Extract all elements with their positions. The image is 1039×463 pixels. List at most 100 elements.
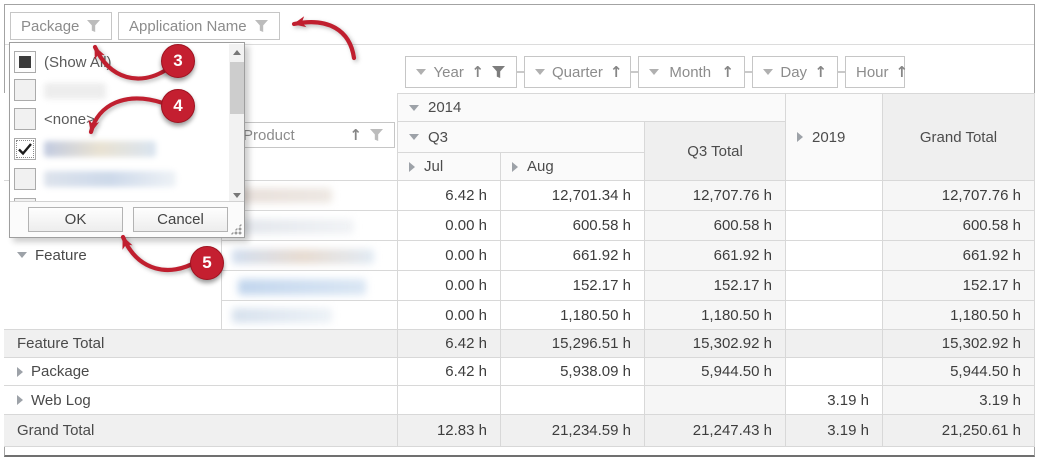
data-cell-total[interactable] [786,330,883,358]
data-cell[interactable]: 6.42 h [398,181,501,211]
data-cell-total[interactable]: 12,707.76 h [645,181,786,211]
data-cell-total[interactable]: 1,180.50 h [883,301,1035,330]
ok-button[interactable]: OK [28,207,123,232]
data-cell-total[interactable]: 15,296.51 h [501,330,645,358]
expand-icon[interactable] [17,366,23,377]
data-cell-total[interactable]: 1,180.50 h [645,301,786,330]
row-header-package[interactable]: Package [4,358,398,386]
row-header-grand-total: Grand Total [4,415,398,447]
blurred-text-placeholder [232,188,332,203]
chevron-down-icon[interactable] [649,69,659,75]
data-cell-total[interactable]: 12,707.76 h [883,181,1035,211]
column-field-hour[interactable]: Hour ↑ [845,56,908,88]
row-field-product[interactable]: Product ↑ [232,122,395,148]
data-cell[interactable]: 12,701.34 h [501,181,645,211]
filter-field-application-name[interactable]: Application Name [118,12,280,40]
filter-funnel-icon[interactable] [86,19,101,33]
data-cell-total[interactable]: 661.92 h [883,241,1035,271]
col-header-q3[interactable]: Q3 [398,122,645,153]
data-cell[interactable]: 0.00 h [398,271,501,301]
row-header-web-log[interactable]: Web Log [4,386,398,415]
row-header-redacted[interactable] [222,241,398,271]
filter-item-checked-redacted[interactable] [10,138,225,162]
data-cell[interactable]: 3.19 h [786,386,883,415]
collapse-icon[interactable] [409,104,419,111]
checkbox-unchecked[interactable] [14,79,36,101]
data-cell-total[interactable]: 15,302.92 h [645,330,786,358]
col-header-2019[interactable]: 2019 [786,93,883,181]
data-cell[interactable]: 0.00 h [398,301,501,330]
column-field-quarter[interactable]: Quarter ↑ [524,56,631,88]
data-cell[interactable] [786,241,883,271]
filter-field-application-name-label: Application Name [129,17,247,35]
data-cell-total[interactable]: 3.19 h [786,415,883,447]
data-cell-total[interactable]: 21,247.43 h [645,415,786,447]
data-cell-total[interactable]: 12.83 h [398,415,501,447]
filter-funnel-icon[interactable] [254,19,269,33]
collapse-icon[interactable] [17,252,27,258]
data-cell[interactable] [786,271,883,301]
data-cell[interactable]: 661.92 h [501,241,645,271]
data-cell-total[interactable]: 21,234.59 h [501,415,645,447]
scroll-up-button[interactable] [229,44,244,60]
expand-icon[interactable] [409,161,415,172]
filter-funnel-icon[interactable] [369,128,384,142]
data-cell[interactable]: 152.17 h [501,271,645,301]
column-field-year[interactable]: Year ↑ [405,56,517,88]
data-cell-total[interactable]: 5,944.50 h [645,358,786,386]
data-cell[interactable] [501,386,645,415]
blurred-text-placeholder [44,83,106,99]
checkbox-unchecked[interactable] [14,108,36,130]
expand-icon[interactable] [17,395,23,405]
cancel-button[interactable]: Cancel [133,207,228,232]
data-cell-total[interactable]: 600.58 h [883,211,1035,241]
filter-field-package[interactable]: Package [10,12,112,40]
filter-funnel-icon-active[interactable] [491,65,506,79]
chevron-down-icon[interactable] [416,69,426,75]
col-header-aug-label: Aug [527,158,554,175]
row-header-redacted[interactable] [222,271,398,301]
data-cell[interactable]: 5,938.09 h [501,358,645,386]
chevron-down-icon[interactable] [763,69,773,75]
expand-icon[interactable] [512,161,518,172]
data-cell[interactable]: 6.42 h [398,358,501,386]
popup-scrollbar[interactable] [229,44,244,203]
col-header-jul[interactable]: Jul [398,153,501,181]
data-cell-total[interactable]: 15,302.92 h [883,330,1035,358]
col-header-2014[interactable]: 2014 [398,93,786,122]
data-cell-total[interactable]: 152.17 h [883,271,1035,301]
col-header-aug[interactable]: Aug [501,153,645,181]
data-cell[interactable] [398,386,501,415]
data-cell[interactable]: 0.00 h [398,241,501,271]
data-cell-total[interactable]: 600.58 h [645,211,786,241]
checkbox-indeterminate[interactable] [14,51,36,73]
checkbox-unchecked[interactable] [14,168,36,190]
column-field-day[interactable]: Day ↑ [752,56,838,88]
data-cell[interactable]: 1,180.50 h [501,301,645,330]
col-header-grand-total-label: Grand Total [919,128,998,146]
data-cell[interactable] [786,211,883,241]
scrollbar-thumb[interactable] [230,62,244,114]
data-cell-total[interactable]: 6.42 h [398,330,501,358]
row-header-redacted[interactable] [222,301,398,330]
data-cell[interactable]: 0.00 h [398,211,501,241]
collapse-icon[interactable] [409,134,419,140]
sort-asc-icon: ↑ [721,62,734,81]
row-header-redacted[interactable] [222,181,398,211]
data-cell[interactable]: 600.58 h [501,211,645,241]
filter-item-redacted[interactable] [10,168,225,192]
expand-icon[interactable] [797,132,803,142]
data-cell-total[interactable]: 152.17 h [645,271,786,301]
data-cell-total[interactable]: 3.19 h [883,386,1035,415]
checkbox-checked[interactable] [14,138,36,160]
data-cell[interactable] [786,181,883,211]
chevron-down-icon[interactable] [535,69,545,75]
row-header-redacted[interactable] [222,211,398,241]
column-field-month[interactable]: Month ↑ [638,56,745,88]
data-cell[interactable] [786,301,883,330]
data-cell-total[interactable]: 661.92 h [645,241,786,271]
data-cell[interactable] [786,358,883,386]
data-cell-total[interactable] [645,386,786,415]
data-cell-total[interactable]: 21,250.61 h [883,415,1035,447]
data-cell-total[interactable]: 5,944.50 h [883,358,1035,386]
